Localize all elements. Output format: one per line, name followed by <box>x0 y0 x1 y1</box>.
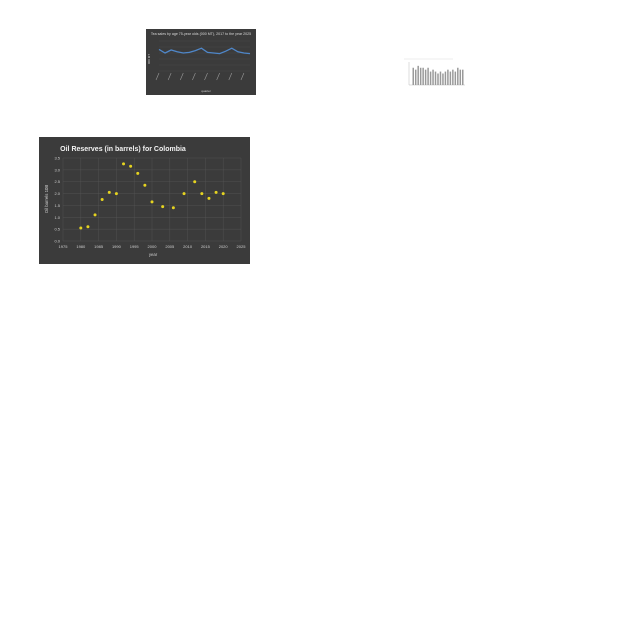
bar <box>442 73 444 85</box>
scatter-x-tick-label: 2020 <box>219 244 229 249</box>
scatter-point <box>200 192 204 196</box>
scatter-x-tick-label: 1975 <box>59 244 69 249</box>
scatter-point <box>93 213 97 217</box>
scatter-x-tick-label: 2005 <box>165 244 175 249</box>
bar <box>422 67 424 85</box>
bar <box>437 73 439 85</box>
scatter-point <box>86 225 90 229</box>
scatter-point <box>161 205 165 209</box>
bar <box>424 69 427 85</box>
bar <box>452 69 454 85</box>
scatter-point <box>182 192 186 196</box>
scatter-point <box>122 162 126 166</box>
scatter-y-tick-label: 0.5 <box>54 227 60 232</box>
scatter-point <box>129 164 133 168</box>
oil-reserves-scatter-chart: Oil Reserves (in barrels) for Colombia 0… <box>39 137 250 264</box>
scatter-point <box>143 183 147 187</box>
scatter-point <box>171 206 175 210</box>
scatter-chart-x-label: year <box>149 252 158 257</box>
tea-sales-line-chart: Tea sales by age 75-year olds (000 MT), … <box>146 29 256 95</box>
bar <box>412 67 414 85</box>
bar <box>419 67 422 85</box>
scatter-y-tick-label: 0.0 <box>54 239 60 244</box>
scatter-y-tick-label: 3.0 <box>54 167 60 172</box>
line-chart-x-label: quarter <box>201 89 211 93</box>
bar <box>457 67 459 85</box>
scatter-y-tick-label: 3.5 <box>54 156 60 161</box>
bar <box>447 69 449 85</box>
bar <box>434 71 437 85</box>
scatter-x-tick-label: 2000 <box>148 244 158 249</box>
scatter-point <box>107 190 111 194</box>
scatter-y-tick-label: 2.0 <box>54 191 60 196</box>
scatter-point <box>207 196 211 200</box>
scatter-point <box>114 192 118 196</box>
bar <box>427 67 429 85</box>
scatter-point <box>221 192 225 196</box>
bar <box>459 69 462 85</box>
bar <box>449 71 452 85</box>
scatter-point <box>214 190 218 194</box>
small-bar-chart <box>403 56 467 90</box>
scatter-x-tick-label: 1985 <box>94 244 104 249</box>
bar <box>432 69 434 85</box>
scatter-y-tick-label: 2.5 <box>54 179 60 184</box>
line-chart-y-label: 000 MT <box>147 54 151 64</box>
scatter-x-tick-label: 1980 <box>76 244 86 249</box>
scatter-chart-title: Oil Reserves (in barrels) for Colombia <box>60 146 186 153</box>
bar <box>439 71 442 85</box>
bar <box>429 71 432 85</box>
scatter-y-tick-label: 1.0 <box>54 215 60 220</box>
line-chart-background <box>146 29 256 95</box>
scatter-x-tick-label: 2010 <box>183 244 193 249</box>
bar <box>454 71 457 85</box>
scatter-point <box>136 171 140 175</box>
scatter-point <box>79 226 83 230</box>
scatter-x-tick-label: 1990 <box>112 244 122 249</box>
scatter-point <box>100 198 104 201</box>
bar <box>417 65 419 85</box>
scatter-x-tick-label: 2025 <box>237 244 247 249</box>
scatter-x-tick-label: 2015 <box>201 244 211 249</box>
bar <box>462 69 464 85</box>
bar <box>444 71 447 85</box>
scatter-point <box>193 180 197 184</box>
bar <box>414 69 417 85</box>
scatter-point <box>150 200 154 204</box>
scatter-y-tick-label: 1.5 <box>54 203 60 208</box>
scatter-chart-y-label: Oil barrels 10B <box>44 185 49 214</box>
line-chart-title: Tea sales by age 75-year olds (000 MT), … <box>151 32 251 36</box>
scatter-x-tick-label: 1995 <box>130 244 140 249</box>
